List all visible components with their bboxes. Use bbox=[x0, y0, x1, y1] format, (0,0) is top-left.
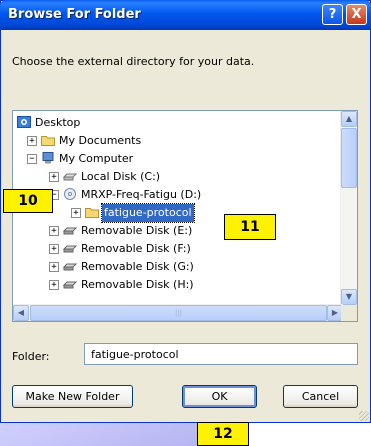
horizontal-scrollbar[interactable]: ◀ ||| ▶ bbox=[13, 304, 343, 321]
tree-item-label: Desktop bbox=[35, 116, 81, 129]
tree-item-label: Removable Disk (F:) bbox=[81, 242, 191, 255]
tree-item-label: Removable Disk (H:) bbox=[81, 278, 194, 291]
expand-icon[interactable]: + bbox=[49, 280, 59, 290]
scroll-down-icon[interactable]: ▼ bbox=[341, 289, 357, 305]
callout-label: 12 bbox=[197, 422, 249, 446]
scroll-left-icon[interactable]: ◀ bbox=[13, 305, 29, 321]
close-button[interactable]: X bbox=[346, 4, 367, 25]
cd-drive-icon bbox=[64, 188, 76, 200]
resize-grip-icon[interactable] bbox=[359, 411, 369, 421]
computer-icon bbox=[42, 152, 54, 164]
tree-item-label: MRXP-Freq-Fatigu (D:) bbox=[81, 188, 202, 201]
dialog-title: Browse For Folder bbox=[8, 7, 141, 22]
expand-icon[interactable]: + bbox=[71, 208, 81, 218]
horizontal-scroll-thumb[interactable]: ||| bbox=[30, 305, 327, 321]
documents-folder-icon bbox=[41, 136, 55, 146]
callout-label: 10 bbox=[3, 189, 53, 213]
tree-item-label: My Documents bbox=[59, 134, 142, 147]
drive-icon bbox=[63, 173, 77, 181]
tree-item-label-selected: fatigue-protocol bbox=[101, 203, 195, 223]
vertical-scroll-thumb[interactable] bbox=[341, 128, 357, 188]
collapse-icon[interactable]: − bbox=[27, 154, 37, 164]
folder-label: Folder: bbox=[12, 350, 50, 363]
title-bar[interactable]: Browse For Folder ? X bbox=[0, 0, 371, 30]
removable-drive-icon bbox=[63, 245, 77, 253]
make-new-folder-button[interactable]: Make New Folder bbox=[12, 385, 133, 408]
expand-icon[interactable]: + bbox=[27, 136, 37, 146]
callout-label: 11 bbox=[224, 214, 276, 240]
desktop-icon bbox=[17, 116, 31, 128]
expand-icon[interactable]: + bbox=[49, 226, 59, 236]
cancel-button[interactable]: Cancel bbox=[283, 385, 358, 408]
removable-drive-icon bbox=[63, 281, 77, 289]
help-button[interactable]: ? bbox=[322, 4, 343, 25]
expand-icon[interactable]: + bbox=[49, 244, 59, 254]
removable-drive-icon bbox=[63, 227, 77, 235]
removable-drive-icon bbox=[63, 263, 77, 271]
expand-icon[interactable]: + bbox=[49, 262, 59, 272]
open-folder-icon bbox=[85, 208, 99, 218]
instruction-text: Choose the external directory for your d… bbox=[12, 55, 255, 68]
folder-tree[interactable]: Desktop + My Documents − My Computer + L… bbox=[12, 110, 358, 322]
ok-button[interactable]: OK bbox=[182, 385, 257, 408]
tree-item-label: Removable Disk (G:) bbox=[81, 260, 194, 273]
vertical-scrollbar[interactable]: ▲ ▼ bbox=[340, 111, 357, 305]
tree-item-label: Removable Disk (E:) bbox=[81, 224, 193, 237]
browse-for-folder-dialog: Browse For Folder ? X Choose the externa… bbox=[0, 0, 371, 423]
tree-item-label: Local Disk (C:) bbox=[81, 170, 161, 183]
scrollbar-corner bbox=[341, 305, 357, 321]
folder-input[interactable] bbox=[84, 343, 358, 365]
tree-item-label: My Computer bbox=[59, 152, 134, 165]
scroll-up-icon[interactable]: ▲ bbox=[341, 111, 357, 127]
expand-icon[interactable]: + bbox=[49, 172, 59, 182]
